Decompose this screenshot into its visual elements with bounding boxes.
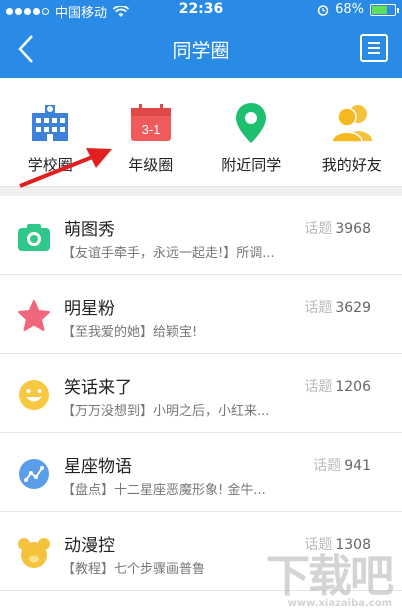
location-pin-icon [228, 100, 274, 146]
group-name: 星座物语 [64, 457, 132, 477]
friends-icon [329, 100, 375, 146]
topic-number: 1206 [335, 379, 371, 395]
group-name: 动漫控 [64, 536, 115, 556]
topic-count: 话题 1206 [304, 376, 371, 396]
list-item[interactable]: 星座物语 话题 941 【盘点】十二星座恶魔形象! 金牛... [0, 433, 402, 512]
group-description: 【友谊手牵手，永远一起走!】所调... [62, 246, 275, 261]
group-description: 【盘点】十二星座恶魔形象! 金牛... [62, 483, 266, 498]
shortcut-label: 学校圈 [27, 156, 73, 174]
group-list: 萌图秀 话题 3968 【友谊手牵手，永远一起走!】所调... 明星粉 话题 362… [0, 196, 402, 591]
battery-icon [370, 3, 399, 16]
shortcut-label: 附近同学 [221, 156, 282, 174]
navigation-bar: 同学圈 [0, 20, 402, 78]
shortcut-label: 年级圈 [128, 156, 174, 174]
calendar-grade-icon: 3-1 [128, 100, 174, 146]
shortcut-my-friends[interactable]: 我的好友 [302, 78, 402, 186]
list-menu-icon [368, 42, 380, 44]
topic-label: 话题 [304, 379, 333, 395]
topic-number: 3629 [335, 300, 371, 316]
page-title: 同学圈 [172, 40, 230, 62]
topic-number: 3968 [335, 221, 371, 237]
watermark: 下载吧 www.xiazaiba.com [266, 540, 394, 609]
group-name: 笑话来了 [64, 378, 132, 398]
bear-icon [17, 536, 51, 570]
constellation-icon [17, 457, 51, 491]
list-item[interactable]: 笑话来了 话题 1206 【万万没想到】小明之后，小红来... [0, 354, 402, 433]
group-description: 【至我爱的她】给颖宝! [62, 325, 198, 340]
star-icon [17, 299, 51, 333]
watermark-text: 下载吧 [266, 551, 394, 602]
list-item[interactable]: 萌图秀 话题 3968 【友谊手牵手，永远一起走!】所调... [0, 196, 402, 275]
camera-icon [17, 220, 51, 254]
topic-count: 话题 3629 [304, 297, 371, 317]
topic-count: 话题 3968 [304, 218, 371, 238]
shortcut-nearby-classmates[interactable]: 附近同学 [201, 78, 302, 186]
school-building-icon [27, 100, 73, 146]
topic-label: 话题 [313, 458, 342, 474]
shortcut-row: 学校圈 3-1 年级圈 附近同学 我的好友 [0, 78, 402, 186]
shortcut-school-circle[interactable]: 学校圈 [0, 78, 101, 186]
group-name: 萌图秀 [64, 220, 115, 240]
shortcut-label: 我的好友 [321, 156, 382, 174]
battery-percent: 68% [335, 2, 364, 17]
status-bar: 中国移动 22:36 68% [0, 0, 402, 21]
topic-count: 话题 941 [313, 455, 371, 475]
smiley-icon [17, 378, 51, 412]
menu-button[interactable] [360, 34, 388, 62]
topic-number: 941 [344, 458, 371, 474]
section-divider [0, 186, 402, 196]
group-description: 【万万没想到】小明之后，小红来... [62, 404, 270, 419]
list-item[interactable]: 明星粉 话题 3629 【至我爱的她】给颖宝! [0, 275, 402, 354]
topic-label: 话题 [304, 300, 333, 316]
shortcut-grade-circle[interactable]: 3-1 年级圈 [101, 78, 202, 186]
alarm-icon [317, 4, 329, 16]
topic-label: 话题 [304, 221, 333, 237]
calendar-icon-text: 3-1 [141, 122, 160, 137]
group-name: 明星粉 [64, 299, 115, 319]
